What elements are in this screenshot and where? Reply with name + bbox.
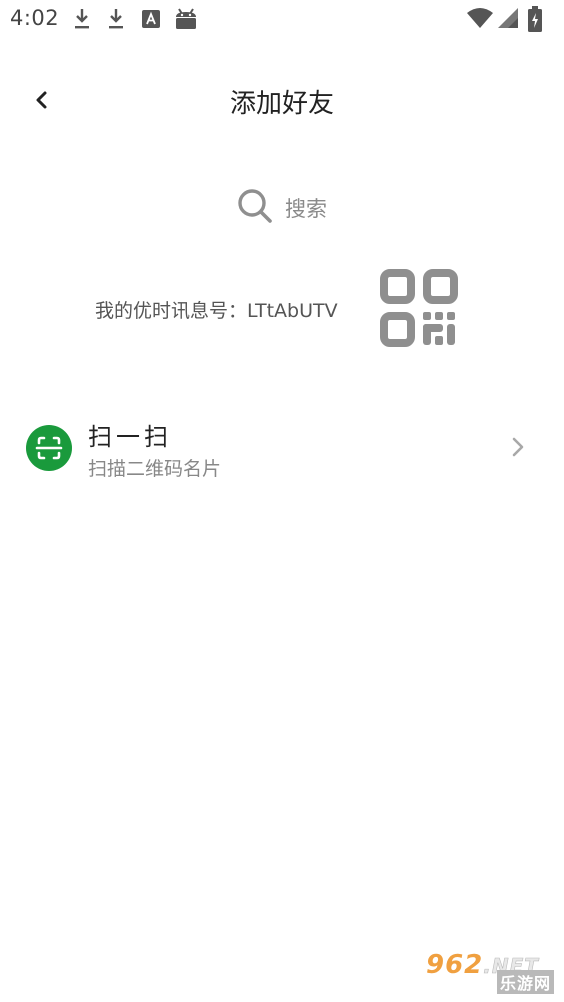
signal-icon xyxy=(498,8,518,28)
qr-code-icon[interactable] xyxy=(380,269,458,347)
font-a-icon xyxy=(142,10,160,28)
scan-title: 扫一扫 xyxy=(88,423,172,451)
my-id-label: 我的优时讯息号：LTtAbUTV xyxy=(95,300,338,322)
status-bar: 4:02 xyxy=(0,0,564,40)
search-button[interactable]: 搜索 xyxy=(200,180,364,232)
search-icon xyxy=(238,189,272,223)
status-system-icons xyxy=(466,6,556,32)
page-title: 添加好友 xyxy=(229,89,334,119)
scan-subtitle: 扫描二维码名片 xyxy=(88,458,222,480)
android-icon xyxy=(176,8,196,29)
header-bar: 添加好友 xyxy=(0,70,564,130)
scan-icon xyxy=(26,425,72,471)
search-label: 搜索 xyxy=(285,197,327,221)
download-icon xyxy=(109,9,123,29)
chevron-right-icon xyxy=(512,437,524,457)
watermark-site-name: 乐游网 xyxy=(496,970,554,994)
my-id-row: 我的优时讯息号：LTtAbUTV xyxy=(0,266,564,350)
scan-list-item[interactable]: 扫一扫 扫描二维码名片 xyxy=(0,405,564,489)
watermark-number: 962 xyxy=(426,950,484,980)
status-time: 4:02 xyxy=(10,6,60,30)
battery-charging-icon xyxy=(528,6,542,32)
site-watermark: 962.NET 乐游网 xyxy=(424,950,558,996)
wifi-icon xyxy=(467,8,493,28)
download-icon xyxy=(75,9,89,29)
